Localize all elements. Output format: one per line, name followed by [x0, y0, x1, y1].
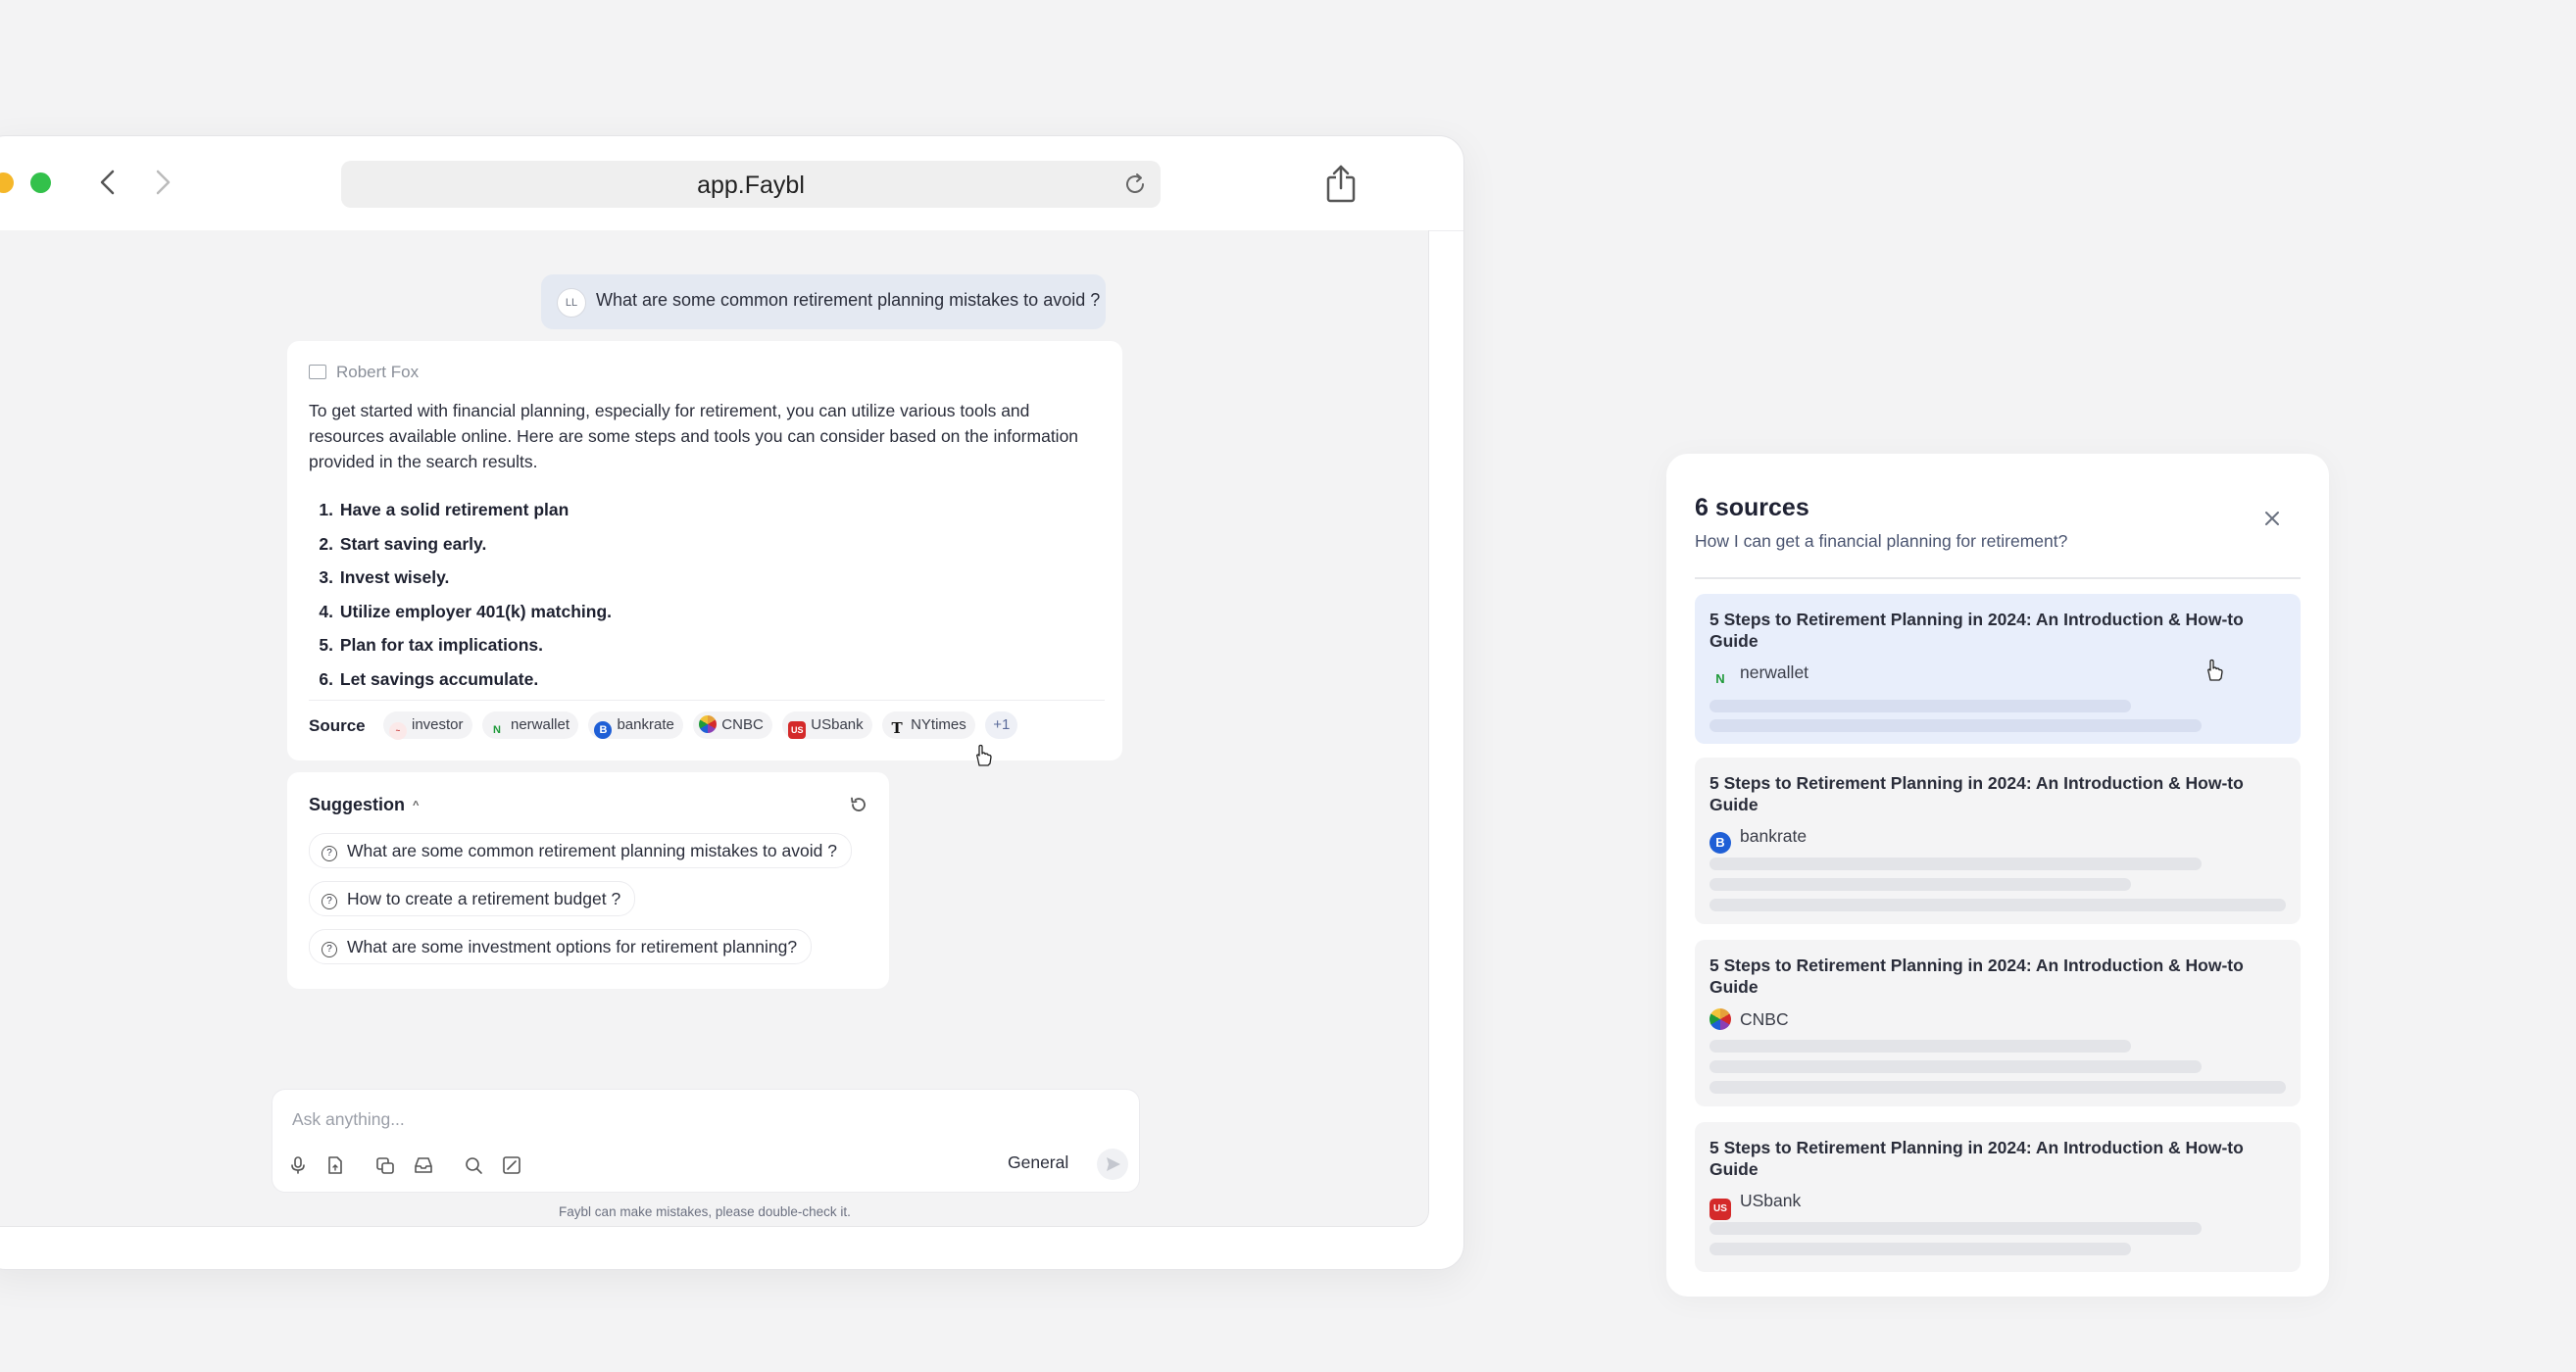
- nerdwallet-logo-icon: N: [493, 724, 501, 736]
- suggestion-item[interactable]: ? How to create a retirement budget ?: [309, 881, 636, 916]
- source-chip-nerwallet[interactable]: Nnerwallet: [481, 711, 579, 739]
- search-icon[interactable]: [463, 1154, 484, 1176]
- send-icon: [1107, 1157, 1120, 1171]
- sources-panel-subtitle: How I can get a financial planning for r…: [1695, 531, 2068, 551]
- answer-step: 4. Utilize employer 401(k) matching.: [319, 601, 613, 621]
- edit-icon[interactable]: [501, 1154, 522, 1176]
- bankrate-logo-icon: B: [1709, 832, 1731, 854]
- nytimes-logo-icon: T: [891, 719, 903, 737]
- source-card[interactable]: 5 Steps to Retirement Planning in 2024: …: [1695, 758, 2301, 924]
- send-button[interactable]: [1097, 1149, 1128, 1180]
- back-arrow-icon[interactable]: [92, 166, 125, 199]
- share-icon[interactable]: [1322, 164, 1360, 205]
- nerdwallet-logo-icon: N: [1715, 671, 1725, 686]
- minimize-window-button[interactable]: [0, 172, 14, 193]
- ask-input[interactable]: [290, 1103, 980, 1135]
- question-icon: ?: [322, 942, 337, 957]
- answer-step: 1. Have a solid retirement plan: [319, 500, 570, 519]
- address-bar-url: app.Faybl: [697, 172, 805, 199]
- answer-intro: To get started with financial planning, …: [309, 401, 1079, 471]
- source-chip-bankrate[interactable]: Bbankrate: [588, 711, 683, 739]
- hand-cursor-icon: [2207, 659, 2223, 681]
- reload-icon[interactable]: [1121, 171, 1149, 198]
- source-chip-nytimes[interactable]: T NYtimes: [882, 711, 975, 739]
- source-card-title: 5 Steps to Retirement Planning in 2024: …: [1709, 773, 2244, 814]
- source-chip-investor[interactable]: ~ investor: [383, 711, 472, 740]
- inbox-icon[interactable]: [413, 1154, 434, 1176]
- source-card-title: 5 Steps to Retirement Planning in 2024: …: [1709, 956, 2244, 997]
- assistant-answer: Robert Fox To get started with financial…: [287, 341, 1122, 760]
- skeleton-line: [1709, 878, 2131, 891]
- suggestion-header[interactable]: Suggestion ^: [309, 795, 419, 815]
- source-card-site: US USbank: [1709, 1191, 1801, 1220]
- answer-step: 3. Invest wisely.: [319, 567, 450, 587]
- skeleton-line: [1709, 1060, 2202, 1073]
- more-sources-chip[interactable]: +1: [985, 711, 1018, 739]
- source-card-title: 5 Steps to Retirement Planning in 2024: …: [1709, 1138, 2244, 1179]
- source-chips: ~ investor Nnerwallet Bbankrate CNBC US US…: [383, 711, 1023, 740]
- answer-steps-list: 1. Have a solid retirement plan 2. Start…: [309, 493, 612, 696]
- source-chip-usbank[interactable]: US USbank: [782, 711, 872, 739]
- close-icon[interactable]: [2260, 507, 2284, 530]
- skeleton-line: [1709, 700, 2131, 712]
- answer-step: 5. Plan for tax implications.: [319, 635, 544, 655]
- browser-toolbar: app.Faybl: [0, 136, 1463, 231]
- forward-arrow-icon[interactable]: [145, 166, 178, 199]
- attach-file-icon[interactable]: [324, 1154, 346, 1176]
- answer-author: Robert Fox: [309, 363, 419, 382]
- source-label: Source: [309, 716, 366, 735]
- suggestion-panel: Suggestion ^ ? What are some common retire…: [287, 772, 889, 989]
- suggestion-item[interactable]: ? What are some common retirement plannin…: [309, 833, 852, 868]
- skeleton-line: [1709, 719, 2202, 732]
- user-message: LL What are some common retirement plann…: [541, 274, 1106, 329]
- hand-cursor-icon: [976, 744, 992, 766]
- sources-panel: 6 sources How I can get a financial plan…: [1666, 454, 2329, 1297]
- skeleton-line: [1709, 858, 2202, 870]
- sources-panel-title: 6 sources: [1695, 494, 1809, 521]
- microphone-icon[interactable]: [287, 1154, 309, 1176]
- source-card-site: Nnerwallet: [1709, 662, 1808, 690]
- chevron-up-icon: ^: [413, 800, 420, 811]
- user-avatar: LL: [557, 288, 586, 318]
- answer-author-name: Robert Fox: [336, 363, 420, 381]
- source-card[interactable]: 5 Steps to Retirement Planning in 2024: …: [1695, 940, 2301, 1106]
- skeleton-line: [1709, 1222, 2202, 1235]
- maximize-window-button[interactable]: [30, 172, 51, 193]
- chat-area: LL What are some common retirement plann…: [0, 230, 1429, 1227]
- source-chip-cnbc[interactable]: CNBC: [693, 711, 772, 739]
- divider: [1695, 577, 2301, 579]
- browser-window: app.Faybl LL What are some common retire…: [0, 135, 1464, 1270]
- cnbc-peacock-icon: [699, 715, 718, 733]
- message-composer: General: [272, 1089, 1140, 1193]
- skeleton-line: [1709, 1040, 2131, 1053]
- cnbc-peacock-icon: [1709, 1008, 1731, 1030]
- investor-logo-icon: ~: [389, 722, 407, 740]
- skeleton-line: [1709, 899, 2286, 911]
- skeleton-line: [1709, 1243, 2131, 1255]
- refresh-icon[interactable]: [848, 794, 869, 815]
- source-card[interactable]: 5 Steps to Retirement Planning in 2024: …: [1695, 1122, 2301, 1272]
- usbank-logo-icon: US: [788, 721, 807, 739]
- answer-step: 6. Let savings accumulate.: [319, 668, 539, 689]
- address-bar[interactable]: app.Faybl: [341, 161, 1161, 208]
- folder-icon: [309, 365, 326, 379]
- question-icon: ?: [322, 846, 337, 861]
- divider: [309, 700, 1105, 701]
- image-icon[interactable]: [374, 1154, 396, 1176]
- bankrate-logo-icon: B: [594, 721, 613, 739]
- model-mode-selector[interactable]: General: [1008, 1152, 1068, 1173]
- suggestion-item[interactable]: ? What are some investment options for re…: [309, 929, 813, 964]
- usbank-logo-icon: US: [1709, 1199, 1731, 1220]
- source-card-site: CNBC: [1709, 1008, 1789, 1030]
- question-icon: ?: [322, 894, 337, 909]
- disclaimer-text: Faybl can make mistakes, please double-c…: [559, 1204, 851, 1219]
- source-card-title: 5 Steps to Retirement Planning in 2024: …: [1709, 610, 2244, 651]
- skeleton-line: [1709, 1081, 2286, 1094]
- source-card-site: Bbankrate: [1709, 826, 1807, 854]
- user-message-text: What are some common retirement planning…: [596, 290, 1101, 310]
- answer-step: 2. Start saving early.: [319, 533, 487, 554]
